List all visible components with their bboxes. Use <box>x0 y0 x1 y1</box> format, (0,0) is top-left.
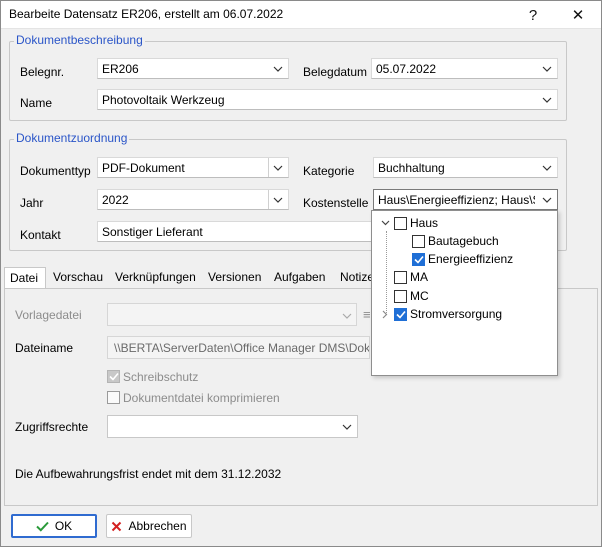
tree-item-label: MC <box>410 289 429 303</box>
tab-verknuepfungen[interactable]: Verknüpfungen <box>110 267 201 289</box>
zugriffsrechte-combo[interactable] <box>107 415 358 438</box>
dateiname-value: \\BERTA\ServerDaten\Office Manager DMS\D… <box>114 341 369 355</box>
belegdatum-value: 05.07.2022 <box>376 62 437 76</box>
chevron-down-icon <box>540 93 554 107</box>
kostenstelle-value: Haus\Energieeffizienz; Haus\St <box>378 193 535 207</box>
close-button[interactable]: ✕ <box>562 3 594 27</box>
tree-guide-line <box>386 231 387 315</box>
cancel-x-icon <box>112 521 122 531</box>
aufbewahrung-text: Die Aufbewahrungsfrist endet mit dem 31.… <box>15 467 282 481</box>
dateiname-label: Dateiname <box>15 341 74 355</box>
kategorie-label: Kategorie <box>303 164 355 178</box>
tab-label: Versionen <box>208 270 262 284</box>
tree-checkbox[interactable] <box>412 234 425 248</box>
chevron-down-icon <box>540 161 554 175</box>
komprimieren-checkbox[interactable] <box>107 391 120 404</box>
tree-item-label: MA <box>410 270 428 284</box>
tab-vorschau[interactable]: Vorschau <box>48 267 108 289</box>
kontakt-label: Kontakt <box>20 228 61 242</box>
name-combo[interactable]: Photovoltaik Werkzeug <box>97 89 558 110</box>
tree-checkbox[interactable] <box>394 289 407 303</box>
belegnr-combo[interactable]: ER206 <box>97 58 289 79</box>
close-icon: ✕ <box>571 7 585 24</box>
tab-versionen[interactable]: Versionen <box>203 267 266 289</box>
belegdatum-label: Belegdatum <box>303 65 368 79</box>
ok-label: OK <box>54 519 73 533</box>
tree-item-label: Bautagebuch <box>428 234 499 248</box>
schreibschutz-checkbox[interactable] <box>107 370 120 383</box>
window-title: Bearbeite Datensatz ER206, erstellt am 0… <box>9 7 284 21</box>
tab-datei[interactable]: Datei <box>4 267 46 290</box>
chevron-down-icon <box>271 193 285 207</box>
chevron-down-icon[interactable] <box>379 217 391 229</box>
jahr-combo[interactable]: 2022 <box>97 189 289 210</box>
help-button[interactable]: ? <box>517 3 549 27</box>
chevron-down-icon <box>540 62 554 76</box>
dateiname-field[interactable]: \\BERTA\ServerDaten\Office Manager DMS\D… <box>107 336 370 359</box>
tree-checkbox[interactable] <box>394 270 407 284</box>
zugriffsrechte-label: Zugriffsrechte <box>15 420 89 434</box>
tree-item-mc[interactable]: MC <box>394 287 429 305</box>
tree-item-label: Haus <box>410 216 439 230</box>
tree-item-ma[interactable]: MA <box>394 268 428 286</box>
name-label: Name <box>20 96 53 110</box>
kostenstelle-dropdown: Haus Bautagebuch Energieeffizienz MA MC … <box>371 210 558 376</box>
vorlagedatei-label: Vorlagedatei <box>15 308 82 322</box>
title-bar: Bearbeite Datensatz ER206, erstellt am 0… <box>1 1 601 29</box>
checkmark-icon <box>414 255 424 264</box>
tab-label: Verknüpfungen <box>115 270 196 284</box>
dokumenttyp-label: Dokumenttyp <box>20 164 91 178</box>
chevron-down-icon <box>271 62 285 76</box>
tree-item-label: Stromversorgung <box>410 307 503 321</box>
name-value: Photovoltaik Werkzeug <box>102 93 225 107</box>
dialog-window: Bearbeite Datensatz ER206, erstellt am 0… <box>0 0 602 547</box>
chevron-down-icon <box>342 308 352 322</box>
checkmark-icon <box>396 310 406 319</box>
cancel-label: Abbrechen <box>128 519 187 533</box>
kategorie-value: Buchhaltung <box>378 161 445 175</box>
checkmark-icon <box>109 372 119 381</box>
tab-strip: Datei Vorschau Verknüpfungen Versionen A… <box>4 267 374 290</box>
group-legend-dokumentzuordnung: Dokumentzuordnung <box>14 131 130 145</box>
ok-button[interactable]: OK <box>11 514 97 538</box>
belegnr-label: Belegnr. <box>20 65 65 79</box>
tab-label: Datei <box>10 271 39 285</box>
tree-item-label: Energieeffizienz <box>428 252 514 266</box>
tree-checkbox[interactable] <box>394 216 407 230</box>
tree-checkbox[interactable] <box>412 252 425 266</box>
cancel-button[interactable]: Abbrechen <box>106 514 192 538</box>
tree-item-stromversorgung[interactable]: Stromversorgung <box>379 305 502 323</box>
jahr-label: Jahr <box>20 196 44 210</box>
tree-item-bautagebuch[interactable]: Bautagebuch <box>412 232 499 250</box>
belegdatum-picker[interactable]: 05.07.2022 <box>371 58 558 79</box>
group-legend-dokumentbeschreibung: Dokumentbeschreibung <box>14 33 145 47</box>
dokumenttyp-combo[interactable]: PDF-Dokument <box>97 157 289 178</box>
kontakt-combo[interactable]: Sonstiger Lieferant <box>97 221 397 242</box>
dokumenttyp-value: PDF-Dokument <box>102 161 185 175</box>
tree-item-haus[interactable]: Haus <box>379 214 438 232</box>
tab-label: Aufgaben <box>274 270 326 284</box>
komprimieren-label: Dokumentdatei komprimieren <box>123 391 280 405</box>
chevron-down-icon <box>340 420 354 434</box>
tree-checkbox[interactable] <box>394 307 407 321</box>
checkmark-icon <box>36 521 49 532</box>
belegnr-value: ER206 <box>102 62 139 76</box>
chevron-down-icon <box>271 161 285 175</box>
tab-aufgaben[interactable]: Aufgaben <box>269 267 330 289</box>
jahr-value: 2022 <box>102 193 129 207</box>
kontakt-value: Sonstiger Lieferant <box>102 225 203 239</box>
chevron-down-icon <box>540 193 554 207</box>
tab-label: Vorschau <box>53 270 104 284</box>
tab-label: Notize <box>340 270 375 284</box>
vorlagedatei-combo[interactable] <box>107 303 357 326</box>
kategorie-combo[interactable]: Buchhaltung <box>373 157 558 178</box>
tree-item-energieeffizienz[interactable]: Energieeffizienz <box>412 250 513 268</box>
kostenstelle-label: Kostenstelle <box>303 196 369 210</box>
schreibschutz-label: Schreibschutz <box>123 370 199 384</box>
kostenstelle-combo[interactable]: Haus\Energieeffizienz; Haus\St <box>373 189 558 210</box>
chevron-right-icon[interactable] <box>379 308 391 320</box>
help-icon: ? <box>528 6 538 24</box>
menu-icon[interactable]: ≡ <box>363 307 371 322</box>
